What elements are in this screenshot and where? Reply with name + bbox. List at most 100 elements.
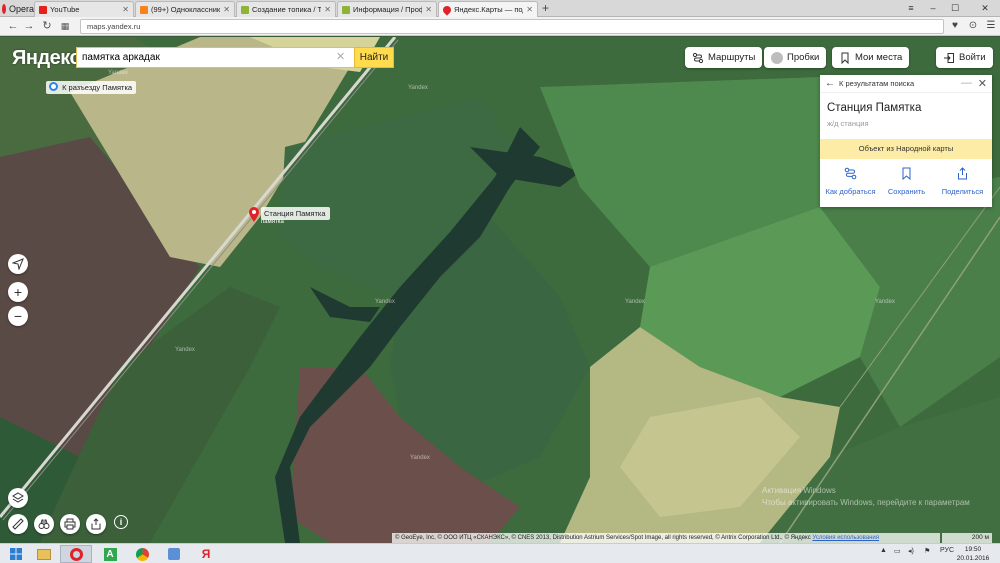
save-place-button[interactable]: Сохранить <box>878 167 935 196</box>
locate-arrow-icon <box>12 258 24 270</box>
search-bar: ✕ Найти <box>76 47 394 68</box>
close-tab-icon[interactable]: ✕ <box>526 5 533 14</box>
site-favicon-icon <box>241 5 249 14</box>
panorama-button[interactable] <box>34 514 54 534</box>
info-icon[interactable]: i <box>114 515 128 529</box>
flag-icon[interactable]: ⚑ <box>924 547 930 555</box>
back-arrow-icon[interactable]: ← <box>6 19 20 33</box>
address-bar: ← → ↻ ▦ maps.yandex.ru ♥ ⊙ ☰ <box>0 17 1000 36</box>
folder-icon <box>37 548 51 560</box>
windows-taskbar: A Я ▲ ▭ ◂) ⚑ РУС 19:50 20.01.2016 <box>0 543 1000 563</box>
opera-menu-button[interactable]: Opera <box>0 0 34 17</box>
collapse-icon[interactable]: — <box>961 77 972 89</box>
windows-activation-watermark: Активация Windows Чтобы активировать Win… <box>762 486 970 507</box>
site-favicon-icon <box>342 5 350 14</box>
yandex-logo[interactable]: Яндекс <box>12 47 81 70</box>
people-map-banner[interactable]: Объект из Народной карты <box>820 139 992 159</box>
place-card: ← К результатам поиска — ✕ Станция Памят… <box>820 75 992 207</box>
url-field[interactable]: maps.yandex.ru <box>80 19 944 34</box>
windows-logo-icon <box>10 548 22 560</box>
tab-yandex-maps[interactable]: Яндекс.Карты — подробная ✕ <box>438 1 538 17</box>
print-button[interactable] <box>60 514 80 534</box>
taskbar-opera[interactable] <box>60 545 92 563</box>
volume-icon[interactable]: ◂) <box>908 547 914 555</box>
browser-tabbar: Opera YouTube ✕ (99+) Одноклассники ✕ Со… <box>0 0 1000 17</box>
reload-icon[interactable]: ↻ <box>40 19 54 33</box>
youtube-icon <box>39 5 47 14</box>
opera-logo-icon <box>2 3 6 14</box>
route-icon <box>844 167 857 180</box>
forward-arrow-icon[interactable]: → <box>22 19 36 33</box>
back-to-results-link[interactable]: К результатам поиска <box>839 79 914 88</box>
card-header: ← К результатам поиска — ✕ <box>820 75 992 93</box>
share-icon <box>91 518 101 530</box>
speaker-app-icon <box>168 548 180 560</box>
map-pin-icon <box>441 3 453 16</box>
yandex-y-icon: Я <box>201 547 211 561</box>
my-places-button[interactable]: Мои места <box>832 47 910 68</box>
taskbar-yandex-browser[interactable]: Я <box>190 545 222 563</box>
traffic-button[interactable]: Пробки <box>764 47 827 68</box>
satellite-map[interactable]: Yandex Yandex Yandex Yandex Yandex Yande… <box>0 37 1000 543</box>
map-pin-icon <box>249 207 259 222</box>
close-tab-icon[interactable]: ✕ <box>324 5 331 14</box>
minimize-icon[interactable]: – <box>922 0 944 17</box>
heart-icon[interactable]: ♥ <box>948 19 962 33</box>
close-tab-icon[interactable]: ✕ <box>122 5 129 14</box>
network-icon[interactable]: ▭ <box>894 547 901 555</box>
taskbar-chrome[interactable] <box>126 545 158 563</box>
place-type: ж/д станция <box>827 119 869 128</box>
binoculars-icon <box>38 519 50 529</box>
taskbar-app-a[interactable]: A <box>94 545 126 563</box>
speed-dial-icon[interactable]: ▦ <box>58 19 72 33</box>
maximize-icon[interactable]: ☐ <box>944 0 966 17</box>
search-button[interactable]: Найти <box>354 47 394 68</box>
tray-arrow-icon[interactable]: ▲ <box>880 547 887 554</box>
bookmark-icon <box>902 167 911 180</box>
search-input[interactable] <box>76 47 354 68</box>
taskbar-media[interactable] <box>158 545 190 563</box>
close-tab-icon[interactable]: ✕ <box>223 5 230 14</box>
tab-create-topic[interactable]: Создание топика / Телеф ✕ <box>236 1 336 17</box>
close-tab-icon[interactable]: ✕ <box>425 5 432 14</box>
zoom-out-button[interactable]: − <box>8 306 28 326</box>
chrome-icon <box>135 547 149 561</box>
taskbar-explorer[interactable] <box>28 545 60 563</box>
back-arrow-icon[interactable]: ← <box>825 78 835 89</box>
share-button[interactable]: Поделиться <box>934 167 991 196</box>
zoom-in-button[interactable]: + <box>8 282 28 302</box>
tab-profile-info[interactable]: Информация / Профиль ✕ <box>337 1 437 17</box>
green-a-icon: A <box>103 547 117 561</box>
layers-button[interactable] <box>8 488 28 508</box>
tab-menu-icon[interactable]: ≡ <box>900 0 922 17</box>
login-button[interactable]: Войти <box>936 47 993 68</box>
routes-button[interactable]: Маршруты <box>685 47 763 68</box>
map-share-button[interactable] <box>86 514 106 534</box>
layers-icon <box>12 492 24 503</box>
geolocation-button[interactable] <box>8 254 28 274</box>
ruler-icon <box>12 518 24 530</box>
settings-icon[interactable]: ☰ <box>984 19 998 33</box>
traffic-light-icon <box>771 51 783 64</box>
tab-youtube[interactable]: YouTube ✕ <box>34 1 134 17</box>
taskbar-clock[interactable]: 19:50 20.01.2016 <box>955 545 991 563</box>
route-icon <box>692 52 704 63</box>
download-icon[interactable]: ⊙ <box>966 19 980 33</box>
place-title: Станция Памятка <box>827 102 922 114</box>
language-indicator[interactable]: РУС <box>940 547 954 554</box>
terms-link[interactable]: Условия использования <box>812 535 879 541</box>
clear-search-icon[interactable]: ✕ <box>336 50 345 63</box>
plus-icon: + <box>13 284 23 300</box>
tab-odnoklassniki[interactable]: (99+) Одноклассники ✕ <box>135 1 235 17</box>
new-tab-button[interactable]: + <box>542 1 549 15</box>
close-icon[interactable]: ✕ <box>978 77 987 90</box>
ruler-button[interactable] <box>8 514 28 534</box>
station-pin[interactable] <box>248 207 260 226</box>
how-to-get-button[interactable]: Как добраться <box>822 167 879 196</box>
printer-icon <box>64 518 76 530</box>
login-icon <box>944 52 954 63</box>
close-window-icon[interactable]: ✕ <box>970 0 1000 17</box>
junction-label[interactable]: К разъезду Памятка <box>46 81 137 94</box>
opera-icon <box>69 547 83 561</box>
odnoklassniki-icon <box>140 5 148 14</box>
